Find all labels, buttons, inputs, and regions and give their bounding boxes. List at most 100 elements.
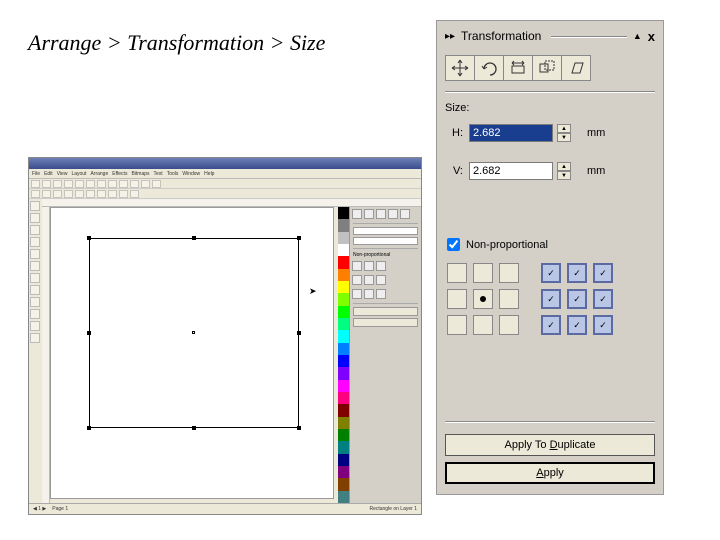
v-input[interactable]: [469, 162, 553, 180]
mini-apply-dup[interactable]: [353, 307, 418, 316]
menu-window[interactable]: Window: [182, 171, 200, 177]
mini-tab[interactable]: [352, 209, 362, 219]
tab-scale[interactable]: [503, 55, 533, 81]
color-palette[interactable]: [338, 207, 349, 503]
tab-position[interactable]: [445, 55, 475, 81]
anchor-bl[interactable]: [447, 315, 467, 335]
handle-bl[interactable]: [87, 426, 91, 430]
anchor-bm[interactable]: [473, 315, 493, 335]
mini-anchor[interactable]: [376, 275, 386, 285]
handle-tm[interactable]: [192, 236, 196, 240]
tool-interactive[interactable]: [30, 297, 40, 307]
tool-zoom[interactable]: [30, 225, 40, 235]
apply-button[interactable]: Apply: [445, 462, 655, 484]
mini-tab[interactable]: [364, 209, 374, 219]
tb-btn[interactable]: [42, 190, 51, 198]
menu-arrange[interactable]: Arrange: [90, 171, 108, 177]
menu-tools[interactable]: Tools: [167, 171, 179, 177]
mini-tab[interactable]: [400, 209, 410, 219]
tool-pick[interactable]: [30, 201, 40, 211]
handle-mr[interactable]: [297, 331, 301, 335]
menu-file[interactable]: File: [32, 171, 40, 177]
tool-rect[interactable]: [30, 249, 40, 259]
tb-btn[interactable]: [31, 180, 40, 188]
close-icon[interactable]: x: [648, 29, 655, 44]
nonproportional-checkbox[interactable]: [447, 238, 460, 251]
drawing-canvas[interactable]: ➤: [50, 207, 334, 499]
menu-effects[interactable]: Effects: [112, 171, 127, 177]
anchor-tl[interactable]: [447, 263, 467, 283]
mini-tab[interactable]: [376, 209, 386, 219]
tb-btn[interactable]: [108, 190, 117, 198]
tb-btn[interactable]: [119, 180, 128, 188]
expand-icon[interactable]: ▸▸: [445, 31, 455, 42]
toolbar-standard[interactable]: [29, 179, 421, 189]
anchor-tm[interactable]: [473, 263, 493, 283]
tool-text[interactable]: [30, 285, 40, 295]
tb-btn[interactable]: [42, 180, 51, 188]
anchor-br[interactable]: [499, 315, 519, 335]
menu-help[interactable]: Help: [204, 171, 214, 177]
tab-size[interactable]: [532, 55, 562, 81]
toolbar-property[interactable]: [29, 189, 421, 199]
tool-outline[interactable]: [30, 321, 40, 331]
tool-shape[interactable]: [30, 213, 40, 223]
tb-btn[interactable]: [75, 190, 84, 198]
tb-btn[interactable]: [53, 190, 62, 198]
mini-anchor[interactable]: [352, 275, 362, 285]
toolbox[interactable]: [29, 199, 42, 503]
h-spin-up[interactable]: ▲: [557, 124, 571, 133]
menu-view[interactable]: View: [57, 171, 68, 177]
page-nav[interactable]: ◀ 1 ▶: [33, 506, 46, 512]
v-spin-down[interactable]: ▼: [557, 171, 571, 180]
tool-freehand[interactable]: [30, 237, 40, 247]
mini-anchor[interactable]: [352, 289, 362, 299]
menu-layout[interactable]: Layout: [71, 171, 86, 177]
apply-to-duplicate-button[interactable]: Apply To Duplicate: [445, 434, 655, 456]
menu-bitmaps[interactable]: Bitmaps: [131, 171, 149, 177]
tool-polygon[interactable]: [30, 273, 40, 283]
menubar[interactable]: File Edit View Layout Arrange Effects Bi…: [29, 169, 421, 179]
tb-btn[interactable]: [152, 180, 161, 188]
tb-btn[interactable]: [119, 190, 128, 198]
v-spin-up[interactable]: ▲: [557, 162, 571, 171]
tool-fill[interactable]: [30, 333, 40, 343]
anchor-picker[interactable]: [447, 263, 519, 335]
menu-edit[interactable]: Edit: [44, 171, 53, 177]
tb-btn[interactable]: [64, 180, 73, 188]
tab-rotate[interactable]: [474, 55, 504, 81]
mini-field[interactable]: [353, 237, 418, 245]
tb-btn[interactable]: [97, 190, 106, 198]
anchor-center[interactable]: [473, 289, 493, 309]
mini-anchor[interactable]: [364, 275, 374, 285]
anchor-ml[interactable]: [447, 289, 467, 309]
tb-btn[interactable]: [31, 190, 40, 198]
anchor-tr[interactable]: [499, 263, 519, 283]
mini-field[interactable]: [353, 227, 418, 235]
mini-tab[interactable]: [388, 209, 398, 219]
h-input[interactable]: [469, 124, 553, 142]
tool-eyedrop[interactable]: [30, 309, 40, 319]
tb-btn[interactable]: [130, 180, 139, 188]
handle-tl[interactable]: [87, 236, 91, 240]
collapse-icon[interactable]: ▲: [633, 31, 642, 41]
tb-btn[interactable]: [141, 180, 150, 188]
tool-ellipse[interactable]: [30, 261, 40, 271]
h-spin-down[interactable]: ▼: [557, 133, 571, 142]
tb-btn[interactable]: [64, 190, 73, 198]
handle-ml[interactable]: [87, 331, 91, 335]
tb-btn[interactable]: [86, 190, 95, 198]
menu-text[interactable]: Text: [154, 171, 163, 177]
mini-apply[interactable]: [353, 318, 418, 327]
tb-btn[interactable]: [75, 180, 84, 188]
mini-anchor[interactable]: [376, 261, 386, 271]
tb-btn[interactable]: [97, 180, 106, 188]
handle-br[interactable]: [297, 426, 301, 430]
tb-btn[interactable]: [86, 180, 95, 188]
tab-skew[interactable]: [561, 55, 591, 81]
mini-anchor[interactable]: [376, 289, 386, 299]
handle-tr[interactable]: [297, 236, 301, 240]
tb-btn[interactable]: [108, 180, 117, 188]
tb-btn[interactable]: [53, 180, 62, 188]
tb-btn[interactable]: [130, 190, 139, 198]
